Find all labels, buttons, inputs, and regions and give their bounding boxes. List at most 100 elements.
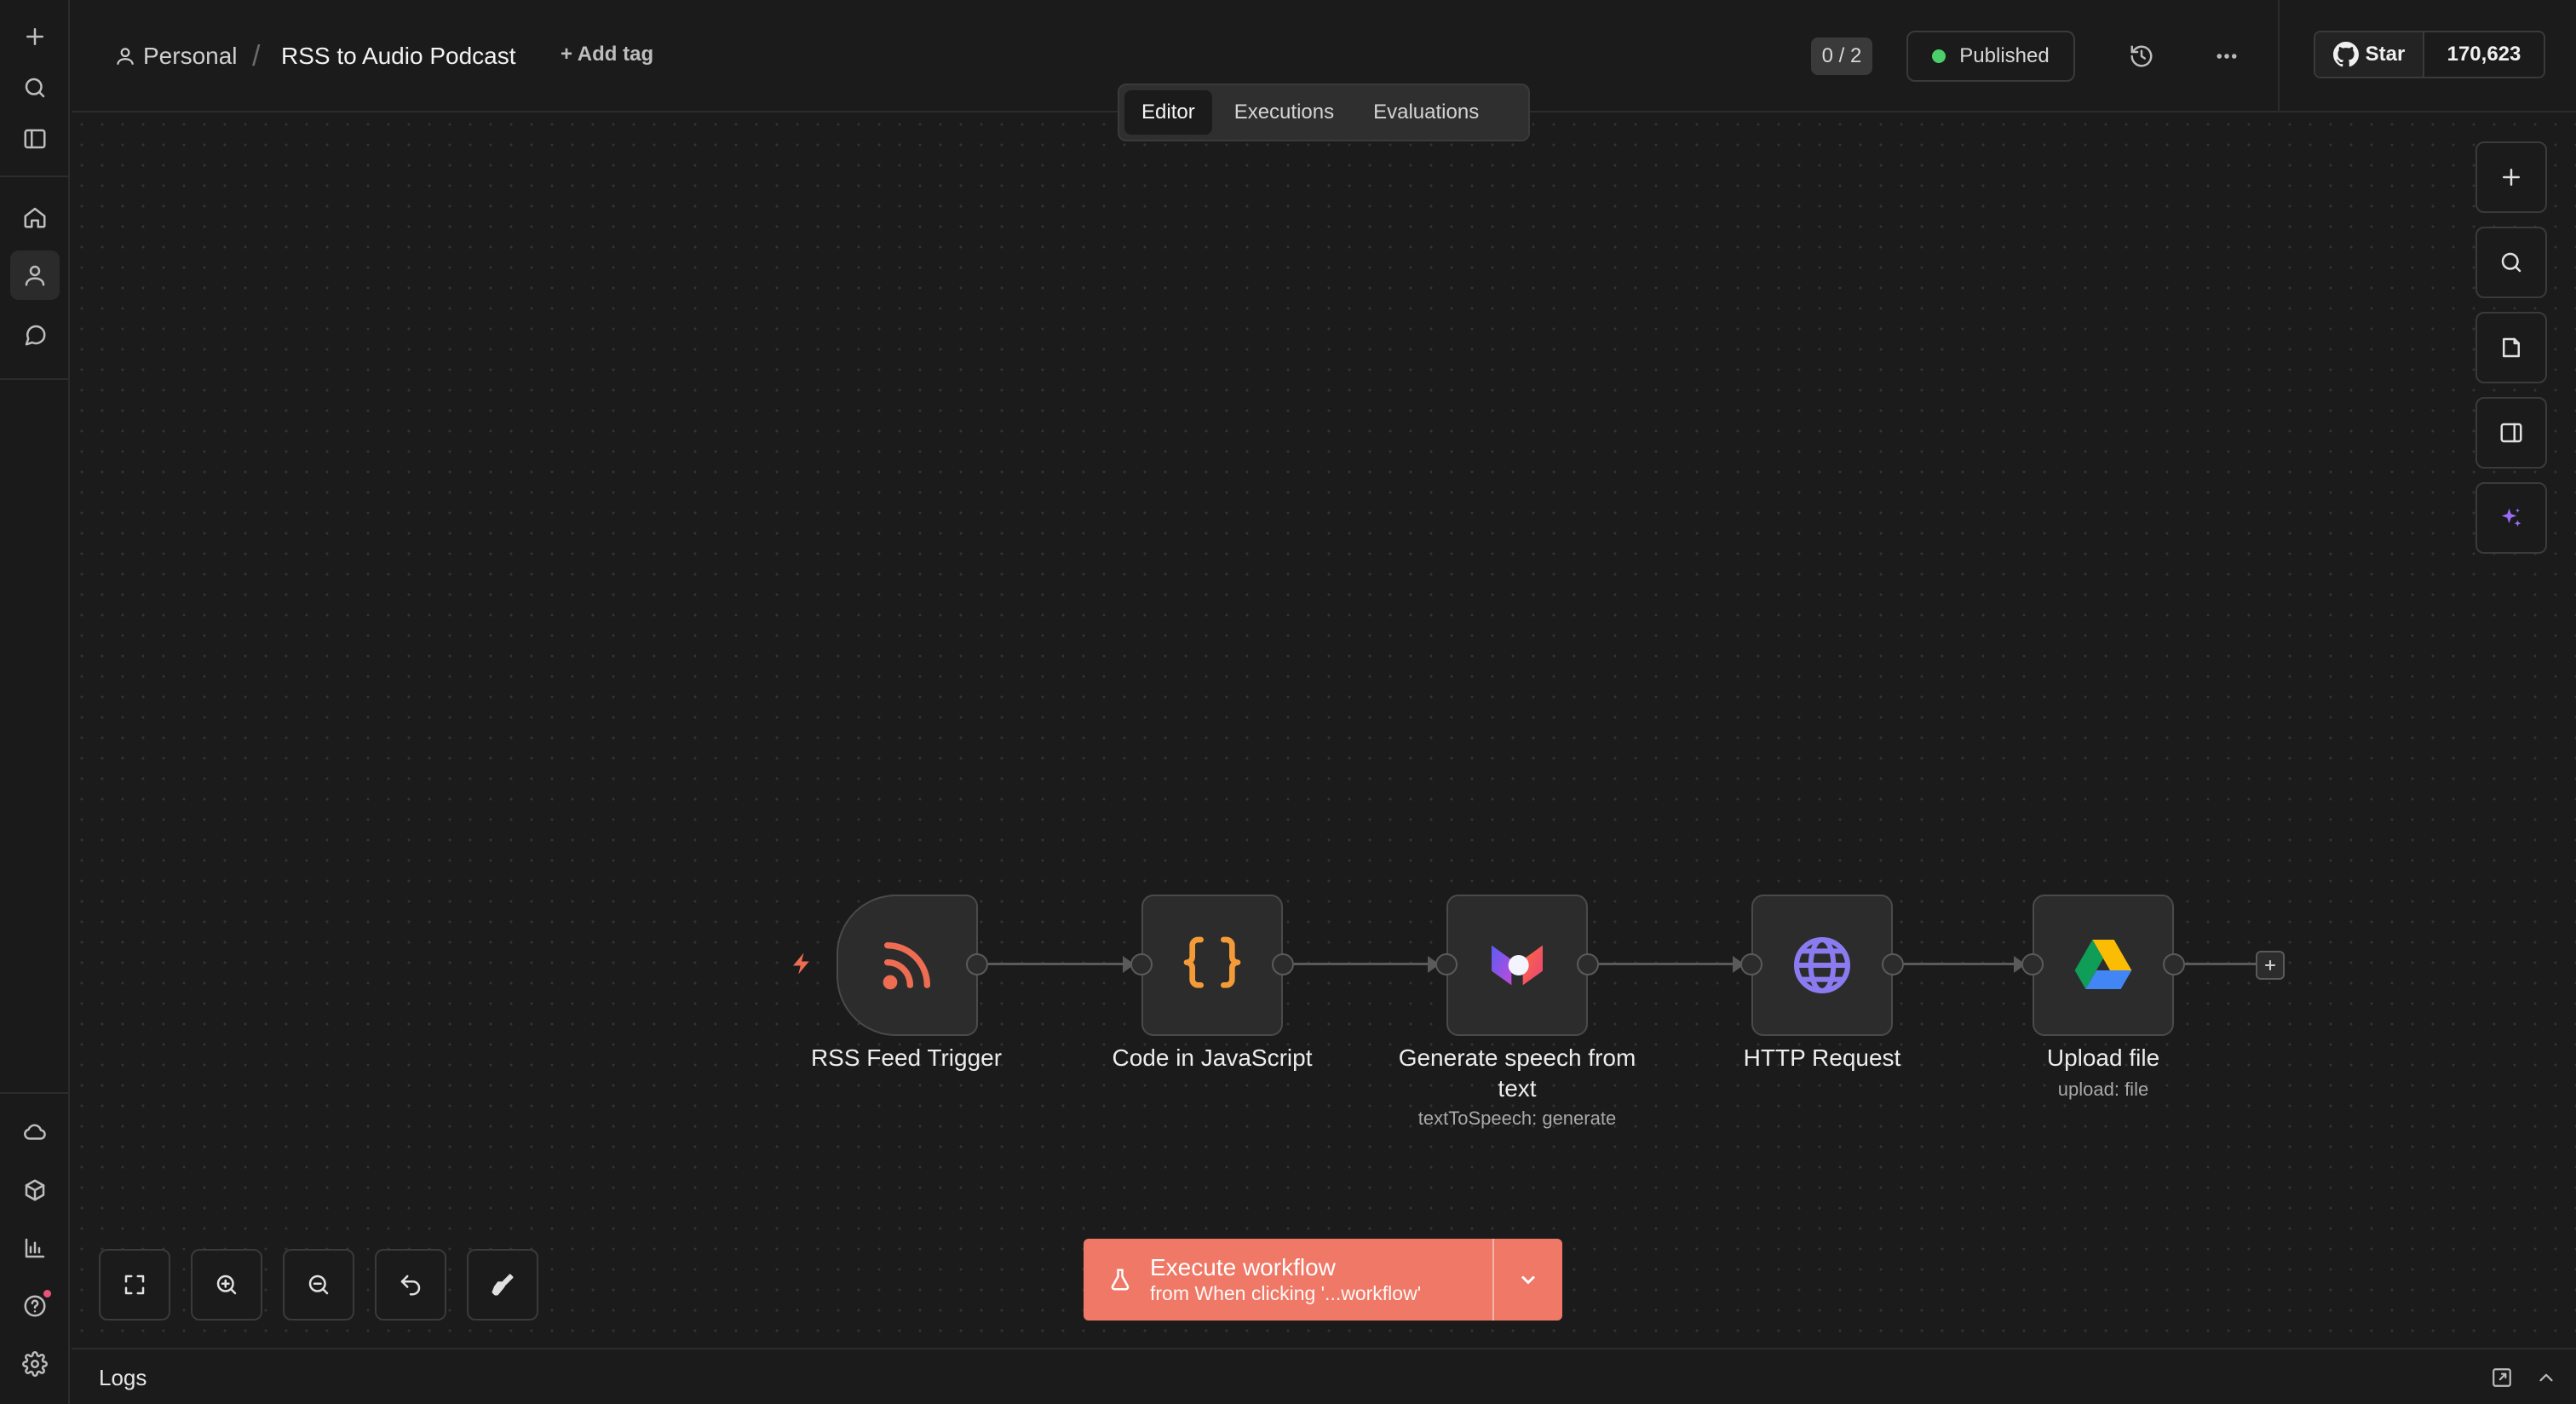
sticky-note-icon bbox=[2503, 337, 2520, 358]
connection-line[interactable] bbox=[1904, 963, 2027, 965]
output-handle[interactable] bbox=[1272, 953, 1294, 975]
connection-line[interactable] bbox=[988, 963, 1135, 965]
sidebar-item-chat[interactable] bbox=[10, 310, 60, 360]
node-code-in-javascript[interactable] bbox=[1141, 895, 1283, 1036]
undo-button[interactable] bbox=[375, 1249, 446, 1321]
ellipsis-icon bbox=[2217, 54, 2237, 59]
n8n-workflow-editor: Personal / RSS to Audio Podcast + Add ta… bbox=[0, 0, 2576, 1404]
tidy-up-button[interactable] bbox=[467, 1249, 538, 1321]
version-counter: 0 / 2 bbox=[1811, 37, 1872, 75]
input-handle[interactable] bbox=[1435, 953, 1458, 975]
input-handle[interactable] bbox=[1740, 953, 1762, 975]
output-handle[interactable] bbox=[966, 953, 988, 975]
github-star-widget[interactable]: Star 170,623 bbox=[2314, 31, 2545, 78]
tab-evaluations[interactable]: Evaluations bbox=[1356, 90, 1496, 135]
flask-icon bbox=[1111, 1269, 1130, 1291]
sidebar-item-cloud[interactable] bbox=[10, 1108, 60, 1157]
connection-line[interactable] bbox=[1599, 963, 1745, 965]
logs-popout-button[interactable] bbox=[2487, 1363, 2516, 1392]
plus-icon bbox=[2265, 960, 2275, 970]
sidebar-toggle-button[interactable] bbox=[10, 114, 60, 164]
sidebar-divider bbox=[0, 1092, 70, 1094]
github-star-label: Star bbox=[2365, 43, 2406, 66]
code-braces-icon bbox=[1183, 936, 1241, 988]
sidebar-divider bbox=[0, 378, 70, 380]
sidebar-item-help[interactable] bbox=[10, 1281, 60, 1331]
sidebar-item-templates[interactable] bbox=[10, 1165, 60, 1215]
logs-expand-button[interactable] bbox=[2532, 1363, 2561, 1392]
left-sidebar bbox=[0, 0, 70, 1404]
fullscreen-icon bbox=[124, 1275, 145, 1295]
input-handle[interactable] bbox=[2021, 953, 2044, 975]
user-icon bbox=[25, 265, 45, 286]
node-generate-speech[interactable] bbox=[1446, 895, 1588, 1036]
plus-icon bbox=[26, 28, 43, 45]
help-icon bbox=[24, 1295, 46, 1317]
workflow-title[interactable]: RSS to Audio Podcast bbox=[281, 39, 516, 73]
sidebar-item-insights[interactable] bbox=[10, 1223, 60, 1273]
output-handle[interactable] bbox=[1577, 953, 1599, 975]
publish-status-label: Published bbox=[1959, 44, 2050, 67]
notification-dot bbox=[43, 1290, 51, 1298]
github-star-button[interactable]: Star bbox=[2315, 32, 2424, 77]
tab-executions[interactable]: Executions bbox=[1217, 90, 1351, 135]
breadcrumb-personal[interactable]: Personal bbox=[114, 39, 238, 73]
sidebar-add-button[interactable] bbox=[10, 12, 60, 61]
bar-chart-icon bbox=[25, 1238, 45, 1258]
search-icon bbox=[2501, 252, 2521, 273]
zoom-in-button[interactable] bbox=[191, 1249, 262, 1321]
github-icon bbox=[2332, 42, 2359, 67]
execute-dropdown-button[interactable] bbox=[1492, 1239, 1562, 1321]
node-label-line2: text bbox=[1498, 1075, 1537, 1102]
node-upload-file[interactable] bbox=[2033, 895, 2174, 1036]
sidebar-search-button[interactable] bbox=[10, 63, 60, 112]
fit-view-button[interactable] bbox=[99, 1249, 170, 1321]
add-node-button[interactable] bbox=[2475, 141, 2547, 213]
connection-line[interactable] bbox=[1294, 963, 1440, 965]
node-label: Code in JavaScript bbox=[1112, 1044, 1313, 1071]
input-handle[interactable] bbox=[1130, 953, 1153, 975]
github-star-count: 170,623 bbox=[2424, 32, 2544, 77]
execute-workflow-button-group: Execute workflow from When clicking '...… bbox=[1084, 1239, 1562, 1321]
google-drive-icon bbox=[2074, 940, 2132, 989]
add-tag-button[interactable]: + Add tag bbox=[561, 43, 653, 66]
history-icon bbox=[2130, 45, 2153, 67]
tab-editor[interactable]: Editor bbox=[1124, 90, 1212, 135]
breadcrumb-project-label: Personal bbox=[143, 43, 238, 69]
sidebar-divider bbox=[0, 176, 70, 177]
workflow-canvas[interactable] bbox=[72, 114, 2576, 1348]
output-handle[interactable] bbox=[2163, 953, 2185, 975]
undo-icon bbox=[400, 1275, 421, 1296]
node-label: RSS Feed Trigger bbox=[810, 1044, 1003, 1071]
canvas-search-button[interactable] bbox=[2475, 227, 2547, 298]
package-icon bbox=[25, 1179, 45, 1201]
execute-workflow-button[interactable]: Execute workflow from When clicking '...… bbox=[1084, 1239, 1492, 1321]
chat-icon bbox=[25, 325, 46, 346]
more-options-button[interactable] bbox=[2210, 39, 2244, 73]
view-tabs: Editor Executions Evaluations bbox=[1118, 83, 1530, 141]
add-sticky-note-button[interactable] bbox=[2475, 312, 2547, 383]
toggle-side-panel-button[interactable] bbox=[2475, 397, 2547, 469]
panel-right-icon bbox=[2500, 423, 2522, 443]
sidebar-item-personal[interactable] bbox=[10, 250, 60, 300]
zoom-out-button[interactable] bbox=[283, 1249, 354, 1321]
logs-panel-bar[interactable]: Logs bbox=[72, 1348, 2576, 1404]
execute-text: Execute workflow from When clicking '...… bbox=[1150, 1254, 1421, 1305]
sidebar-item-settings[interactable] bbox=[10, 1339, 60, 1389]
home-icon bbox=[24, 207, 46, 228]
chevron-down-icon bbox=[1521, 1275, 1536, 1285]
add-next-node-button[interactable] bbox=[2256, 951, 2285, 980]
zoom-out-icon bbox=[308, 1275, 329, 1295]
search-icon bbox=[25, 78, 45, 98]
history-button[interactable] bbox=[2125, 39, 2159, 73]
sidebar-item-home[interactable] bbox=[10, 193, 60, 242]
ai-assistant-button[interactable] bbox=[2475, 482, 2547, 554]
node-http-request[interactable] bbox=[1751, 895, 1893, 1036]
output-handle[interactable] bbox=[1882, 953, 1904, 975]
node-label: HTTP Request bbox=[1743, 1044, 1901, 1071]
logs-label: Logs bbox=[99, 1365, 147, 1390]
node-rss-feed-trigger[interactable] bbox=[837, 895, 978, 1036]
sparkle-icon bbox=[2501, 508, 2521, 526]
trigger-bolt-icon bbox=[793, 952, 809, 975]
publish-status-button[interactable]: Published bbox=[1906, 31, 2075, 82]
